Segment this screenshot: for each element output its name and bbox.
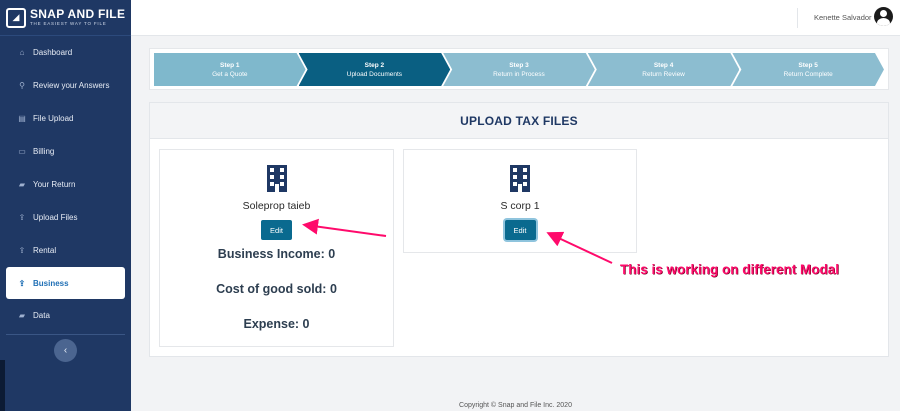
building-icon bbox=[510, 165, 530, 192]
progress-stepper: Step 1 Get a Quote Step 2 Upload Documen… bbox=[149, 48, 889, 90]
upload-tax-files-panel: UPLOAD TAX FILES Soleprop taieb Edit Bus… bbox=[149, 102, 889, 357]
expense: Expense: 0 bbox=[243, 317, 310, 331]
sidebar-nav: ⌂ Dashboard ⚲ Review your Answers ▤ File… bbox=[0, 36, 131, 332]
sidebar-item-label: File Upload bbox=[33, 114, 74, 123]
upload-icon: ⇪ bbox=[18, 278, 26, 288]
step-title: Step 3 bbox=[509, 61, 529, 69]
sidebar-item-rental[interactable]: ⇪ Rental bbox=[0, 234, 131, 267]
sidebar-item-your-return[interactable]: ▰ Your Return bbox=[0, 168, 131, 201]
brand-logo[interactable]: ◢ SNAP AND FILE THE EASIEST WAY TO FILE bbox=[0, 0, 131, 36]
step-return-complete[interactable]: Step 5 Return Complete bbox=[732, 53, 884, 86]
edit-button[interactable]: Edit bbox=[504, 220, 536, 240]
step-label: Upload Documents bbox=[346, 70, 403, 78]
sidebar: ◢ SNAP AND FILE THE EASIEST WAY TO FILE … bbox=[0, 0, 131, 411]
step-label: Return in Process bbox=[493, 70, 545, 78]
window-edge bbox=[0, 360, 5, 411]
step-title: Step 1 bbox=[220, 61, 240, 69]
chevron-left-icon: ‹ bbox=[63, 345, 68, 356]
sidebar-item-dashboard[interactable]: ⌂ Dashboard bbox=[0, 36, 131, 69]
step-return-in-process[interactable]: Step 3 Return in Process bbox=[443, 53, 595, 86]
step-upload-documents[interactable]: Step 2 Upload Documents bbox=[299, 53, 451, 86]
search-icon: ⚲ bbox=[19, 81, 25, 90]
sidebar-item-label: Rental bbox=[33, 246, 57, 255]
sidebar-item-data[interactable]: ▰ Data bbox=[0, 299, 131, 332]
footer-copyright: Copyright © Snap and File Inc. 2020 bbox=[459, 402, 572, 409]
sidebar-item-upload-files[interactable]: ⇪ Upload Files bbox=[0, 201, 131, 234]
logo-mark-icon: ◢ bbox=[6, 7, 26, 28]
sidebar-item-label: Dashboard bbox=[33, 48, 73, 57]
sidebar-item-billing[interactable]: ▭ Billing bbox=[0, 135, 131, 168]
sidebar-item-review[interactable]: ⚲ Review your Answers bbox=[0, 69, 131, 102]
upload-icon: ⇪ bbox=[18, 246, 26, 255]
folder-icon: ▰ bbox=[18, 180, 26, 189]
sidebar-divider bbox=[6, 334, 125, 335]
business-card: S corp 1 Edit bbox=[403, 149, 637, 253]
step-label: Get a Quote bbox=[212, 70, 248, 78]
step-title: Step 2 bbox=[364, 61, 385, 69]
user-avatar-icon[interactable] bbox=[874, 7, 893, 26]
sidebar-item-label: Business bbox=[33, 278, 69, 288]
step-title: Step 4 bbox=[653, 61, 674, 69]
credit-card-icon: ▭ bbox=[18, 147, 26, 156]
sidebar-item-label: Billing bbox=[33, 147, 55, 156]
sidebar-item-file-upload[interactable]: ▤ File Upload bbox=[0, 102, 131, 135]
business-name: S corp 1 bbox=[500, 200, 540, 212]
business-card: Soleprop taieb Edit Business Income: 0 C… bbox=[159, 149, 394, 347]
upload-icon: ⇪ bbox=[18, 213, 26, 222]
step-label: Return Review bbox=[642, 70, 685, 78]
sidebar-collapse-button[interactable]: ‹ bbox=[54, 339, 77, 362]
building-icon bbox=[266, 165, 287, 192]
sidebar-item-business[interactable]: ⇪ Business bbox=[6, 267, 125, 299]
cost-of-goods-sold: Cost of good sold: 0 bbox=[216, 282, 337, 296]
step-return-review[interactable]: Step 4 Return Review bbox=[588, 53, 740, 86]
step-get-a-quote[interactable]: Step 1 Get a Quote bbox=[154, 53, 306, 86]
step-title: Step 5 bbox=[798, 61, 818, 69]
business-income: Business Income: 0 bbox=[217, 247, 336, 261]
topbar-divider bbox=[797, 8, 798, 28]
brand-tagline: THE EASIEST WAY TO FILE bbox=[30, 21, 107, 27]
sidebar-item-label: Your Return bbox=[33, 180, 76, 189]
sidebar-item-label: Data bbox=[33, 311, 50, 320]
file-icon: ▤ bbox=[18, 114, 26, 123]
step-label: Return Complete bbox=[783, 70, 833, 78]
top-bar: Kenette Salvador bbox=[131, 0, 900, 36]
sidebar-item-label: Review your Answers bbox=[33, 81, 110, 90]
edit-button[interactable]: Edit bbox=[261, 220, 292, 240]
brand-name: SNAP AND FILE bbox=[30, 7, 126, 22]
sidebar-item-label: Upload Files bbox=[33, 213, 78, 222]
home-icon: ⌂ bbox=[19, 48, 25, 57]
annotation-label: This is working on different Modal bbox=[620, 262, 840, 277]
user-name[interactable]: Kenette Salvador bbox=[814, 13, 872, 22]
folder-icon: ▰ bbox=[18, 311, 26, 320]
business-name: Soleprop taieb bbox=[242, 200, 311, 212]
panel-title: UPLOAD TAX FILES bbox=[150, 103, 888, 139]
